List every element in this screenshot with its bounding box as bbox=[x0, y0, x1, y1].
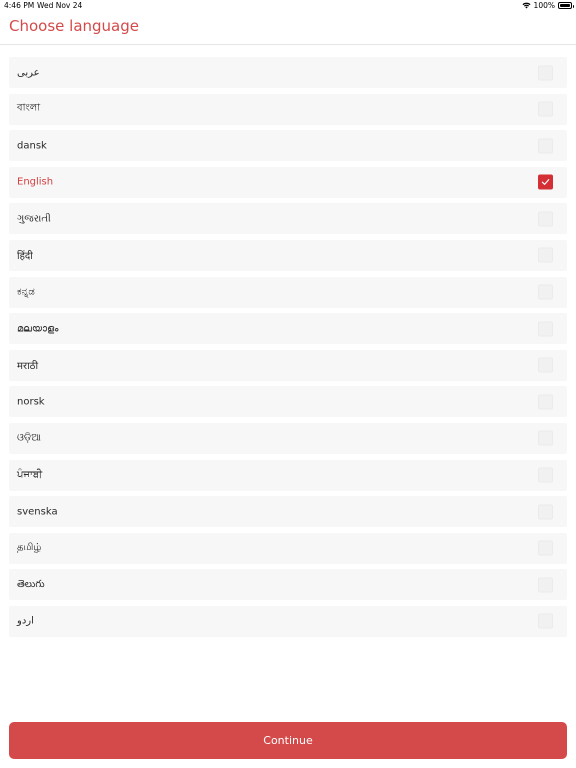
language-checkbox[interactable] bbox=[538, 284, 553, 300]
language-checkbox[interactable] bbox=[538, 577, 553, 593]
language-label: svenska bbox=[17, 506, 58, 518]
checkmark-icon bbox=[541, 179, 550, 186]
language-label: తెలుగు bbox=[17, 578, 45, 590]
wifi-icon bbox=[522, 2, 531, 9]
status-time: 4:46 PM bbox=[4, 1, 35, 10]
language-checkbox[interactable] bbox=[538, 394, 553, 410]
status-right: 100% bbox=[522, 1, 574, 10]
language-label: മലയാളം bbox=[17, 323, 59, 335]
language-label: ଓଡ଼ିଆ bbox=[17, 432, 41, 444]
language-checkbox[interactable] bbox=[538, 321, 553, 337]
language-row[interactable]: ଓଡ଼ିଆ bbox=[9, 422, 567, 454]
language-label: dansk bbox=[17, 140, 47, 152]
battery-percent: 100% bbox=[533, 1, 555, 10]
language-checkbox[interactable] bbox=[538, 247, 553, 263]
language-row[interactable]: বাংলা bbox=[9, 93, 567, 125]
language-checkbox[interactable] bbox=[538, 174, 553, 190]
page-title: Choose language bbox=[9, 17, 139, 35]
status-bar: 4:46 PM Wed Nov 24 100% bbox=[0, 0, 576, 12]
language-row[interactable]: తెలుగు bbox=[9, 569, 567, 601]
language-row[interactable]: عربى bbox=[9, 57, 567, 88]
header: Choose language bbox=[0, 12, 576, 45]
language-label: English bbox=[17, 176, 54, 188]
language-checkbox[interactable] bbox=[538, 357, 553, 373]
language-row[interactable]: ಕನ್ನಡ bbox=[9, 276, 567, 308]
language-checkbox[interactable] bbox=[538, 540, 553, 556]
language-checkbox[interactable] bbox=[538, 613, 553, 629]
language-label: தமிழ் bbox=[17, 542, 42, 554]
language-label: norsk bbox=[17, 396, 45, 408]
language-checkbox[interactable] bbox=[538, 467, 553, 483]
language-checkbox[interactable] bbox=[538, 430, 553, 446]
language-label: ગુજરાતી bbox=[17, 213, 51, 225]
status-date: Wed Nov 24 bbox=[37, 1, 83, 10]
language-label: मराठी bbox=[17, 361, 39, 373]
language-checkbox[interactable] bbox=[538, 65, 553, 80]
language-label: ਪੰਜਾਬੀ bbox=[17, 469, 43, 481]
language-row[interactable]: svenska bbox=[9, 496, 567, 528]
language-row[interactable]: dansk bbox=[9, 130, 567, 162]
language-row[interactable]: English bbox=[9, 166, 567, 198]
language-list: عربى বাংলা dansk English ગુજરાતી हिंदी ಕನ್ನಡ മല… bbox=[9, 57, 567, 643]
language-row[interactable]: हिंदी bbox=[9, 239, 567, 271]
language-checkbox[interactable] bbox=[538, 101, 553, 117]
language-label: ಕನ್ನಡ bbox=[17, 286, 35, 298]
language-label: हिंदी bbox=[17, 251, 33, 263]
language-label: اردو bbox=[17, 615, 34, 627]
language-checkbox[interactable] bbox=[538, 138, 553, 154]
battery-icon bbox=[558, 2, 574, 9]
language-row[interactable]: ਪੰਜਾਬੀ bbox=[9, 459, 567, 491]
language-label: عربى bbox=[17, 67, 40, 78]
language-row[interactable]: தமிழ் bbox=[9, 532, 567, 564]
language-checkbox[interactable] bbox=[538, 504, 553, 520]
language-row[interactable]: اردو bbox=[9, 605, 567, 637]
language-row[interactable]: मराठी bbox=[9, 349, 567, 381]
language-row[interactable]: മലയാളം bbox=[9, 313, 567, 345]
continue-button[interactable]: Continue bbox=[9, 722, 567, 759]
language-label: বাংলা bbox=[17, 102, 41, 114]
language-row[interactable]: norsk bbox=[9, 386, 567, 418]
language-checkbox[interactable] bbox=[538, 211, 553, 227]
language-row[interactable]: ગુજરાતી bbox=[9, 203, 567, 235]
